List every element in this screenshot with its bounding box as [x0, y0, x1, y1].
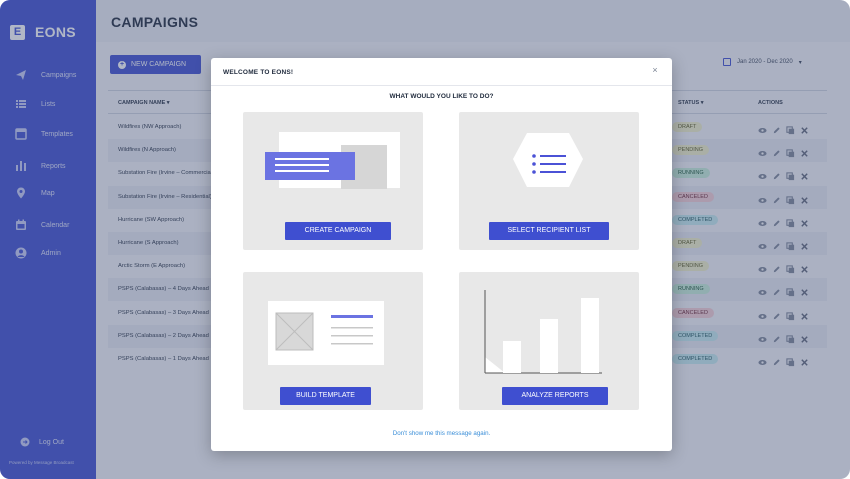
card-create-campaign[interactable]: CREATE CAMPAIGN: [243, 112, 423, 250]
app-window: E EONS Campaigns Lists Templates Reports: [0, 0, 850, 479]
build-template-button[interactable]: BUILD TEMPLATE: [280, 387, 371, 405]
card-build-template[interactable]: BUILD TEMPLATE: [243, 272, 423, 410]
card-analyze-reports[interactable]: ANALYZE REPORTS: [459, 272, 639, 410]
dont-show-again-link[interactable]: Don't show me this message again.: [211, 430, 672, 437]
modal-header: WELCOME TO EONS! ×: [211, 58, 672, 86]
modal-question: WHAT WOULD YOU LIKE TO DO?: [389, 93, 494, 100]
analyze-reports-button[interactable]: ANALYZE REPORTS: [502, 387, 608, 405]
create-campaign-button[interactable]: CREATE CAMPAIGN: [285, 222, 391, 240]
card-select-recipient-list[interactable]: SELECT RECIPIENT LIST: [459, 112, 639, 250]
close-icon[interactable]: ×: [649, 64, 661, 76]
select-recipient-list-button[interactable]: SELECT RECIPIENT LIST: [489, 222, 609, 240]
welcome-modal: WELCOME TO EONS! × WHAT WOULD YOU LIKE T…: [211, 58, 672, 451]
modal-title: WELCOME TO EONS!: [223, 69, 294, 76]
